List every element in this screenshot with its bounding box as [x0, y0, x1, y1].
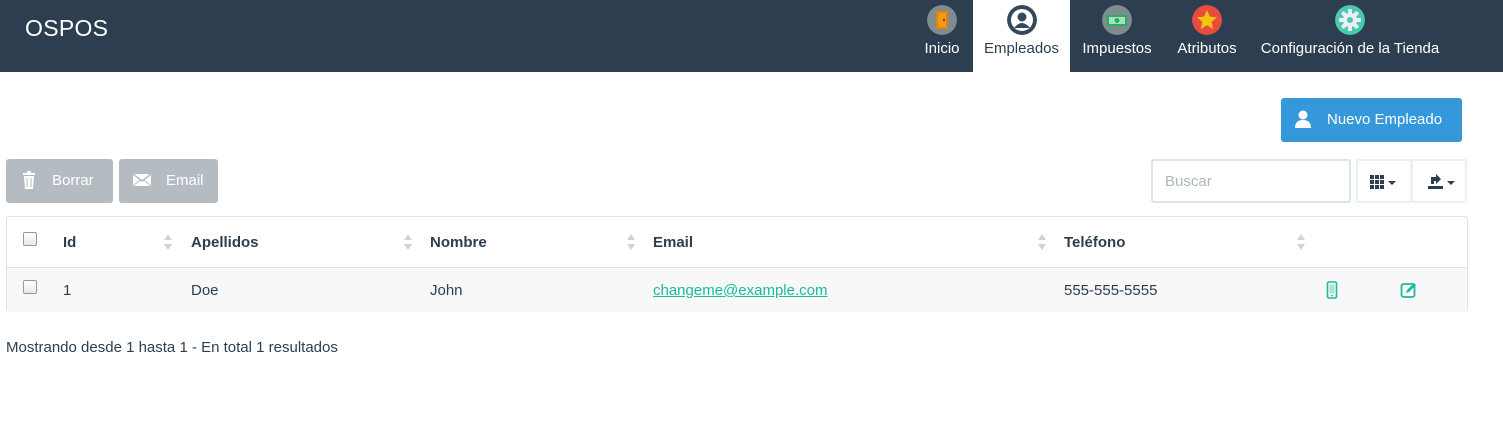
gear-icon [1335, 5, 1365, 35]
brand-logo[interactable]: OSPOS [25, 15, 108, 42]
money-icon [1102, 5, 1132, 35]
star-icon [1192, 5, 1222, 35]
pagination-summary: Mostrando desde 1 hasta 1 - En total 1 r… [6, 339, 338, 356]
cell-telefono: 555-555-5555 [1064, 282, 1158, 299]
sort-icon[interactable] [1037, 233, 1047, 251]
user-icon [1006, 5, 1037, 35]
column-header-apellidos[interactable]: Apellidos [191, 234, 259, 251]
email-button[interactable]: Email [119, 159, 218, 203]
grid-icon [1370, 175, 1396, 189]
sort-icon[interactable] [626, 233, 636, 251]
column-header-nombre[interactable]: Nombre [430, 234, 487, 251]
table-header: Id Apellidos Nombre Email Teléfono [7, 217, 1467, 268]
export-icon [1428, 174, 1455, 189]
envelope-icon [133, 173, 151, 187]
phone-icon[interactable] [1323, 281, 1341, 299]
new-employee-button[interactable]: Nuevo Empleado [1281, 98, 1462, 142]
sort-icon[interactable] [163, 233, 173, 251]
nav-label: Inicio [924, 40, 960, 57]
nav-label: Empleados [983, 40, 1060, 57]
cell-nombre: John [430, 282, 463, 299]
nav-item-empleados[interactable]: Empleados [973, 0, 1070, 72]
nav-item-configuracion[interactable]: Configuración de la Tienda [1258, 0, 1442, 72]
export-button[interactable] [1411, 159, 1467, 203]
edit-icon[interactable] [1400, 281, 1418, 299]
new-employee-label: Nuevo Empleado [1327, 111, 1443, 128]
column-header-telefono[interactable]: Teléfono [1064, 234, 1125, 251]
row-checkbox[interactable] [23, 280, 37, 294]
cell-id: 1 [63, 282, 72, 299]
search-input[interactable] [1151, 159, 1351, 203]
table-row: 1 Doe John changeme@example.com 555-555-… [7, 268, 1467, 312]
delete-label: Borrar [52, 172, 94, 189]
cell-apellidos: Doe [191, 282, 219, 299]
select-all-checkbox[interactable] [23, 232, 37, 246]
sort-icon[interactable] [1296, 233, 1306, 251]
delete-button[interactable]: Borrar [6, 159, 113, 203]
nav-label: Configuración de la Tienda [1260, 40, 1440, 57]
trash-icon [23, 171, 35, 189]
columns-toggle-button[interactable] [1356, 159, 1412, 203]
column-header-email[interactable]: Email [653, 234, 693, 251]
top-navbar: OSPOS Inicio Empleados Impuestos Atribut… [0, 0, 1503, 72]
sort-icon[interactable] [403, 233, 413, 251]
email-label: Email [166, 172, 204, 189]
nav-item-inicio[interactable]: Inicio [912, 0, 972, 72]
employees-table: Id Apellidos Nombre Email Teléfono 1 Doe… [6, 216, 1468, 312]
person-icon [1295, 110, 1311, 128]
door-icon [927, 5, 957, 35]
nav-item-impuestos[interactable]: Impuestos [1078, 0, 1156, 72]
nav-label: Atributos [1177, 40, 1237, 57]
column-header-id[interactable]: Id [63, 234, 76, 251]
cell-email-link[interactable]: changeme@example.com [653, 282, 827, 299]
nav-label: Impuestos [1082, 40, 1152, 57]
nav-item-atributos[interactable]: Atributos [1170, 0, 1244, 72]
